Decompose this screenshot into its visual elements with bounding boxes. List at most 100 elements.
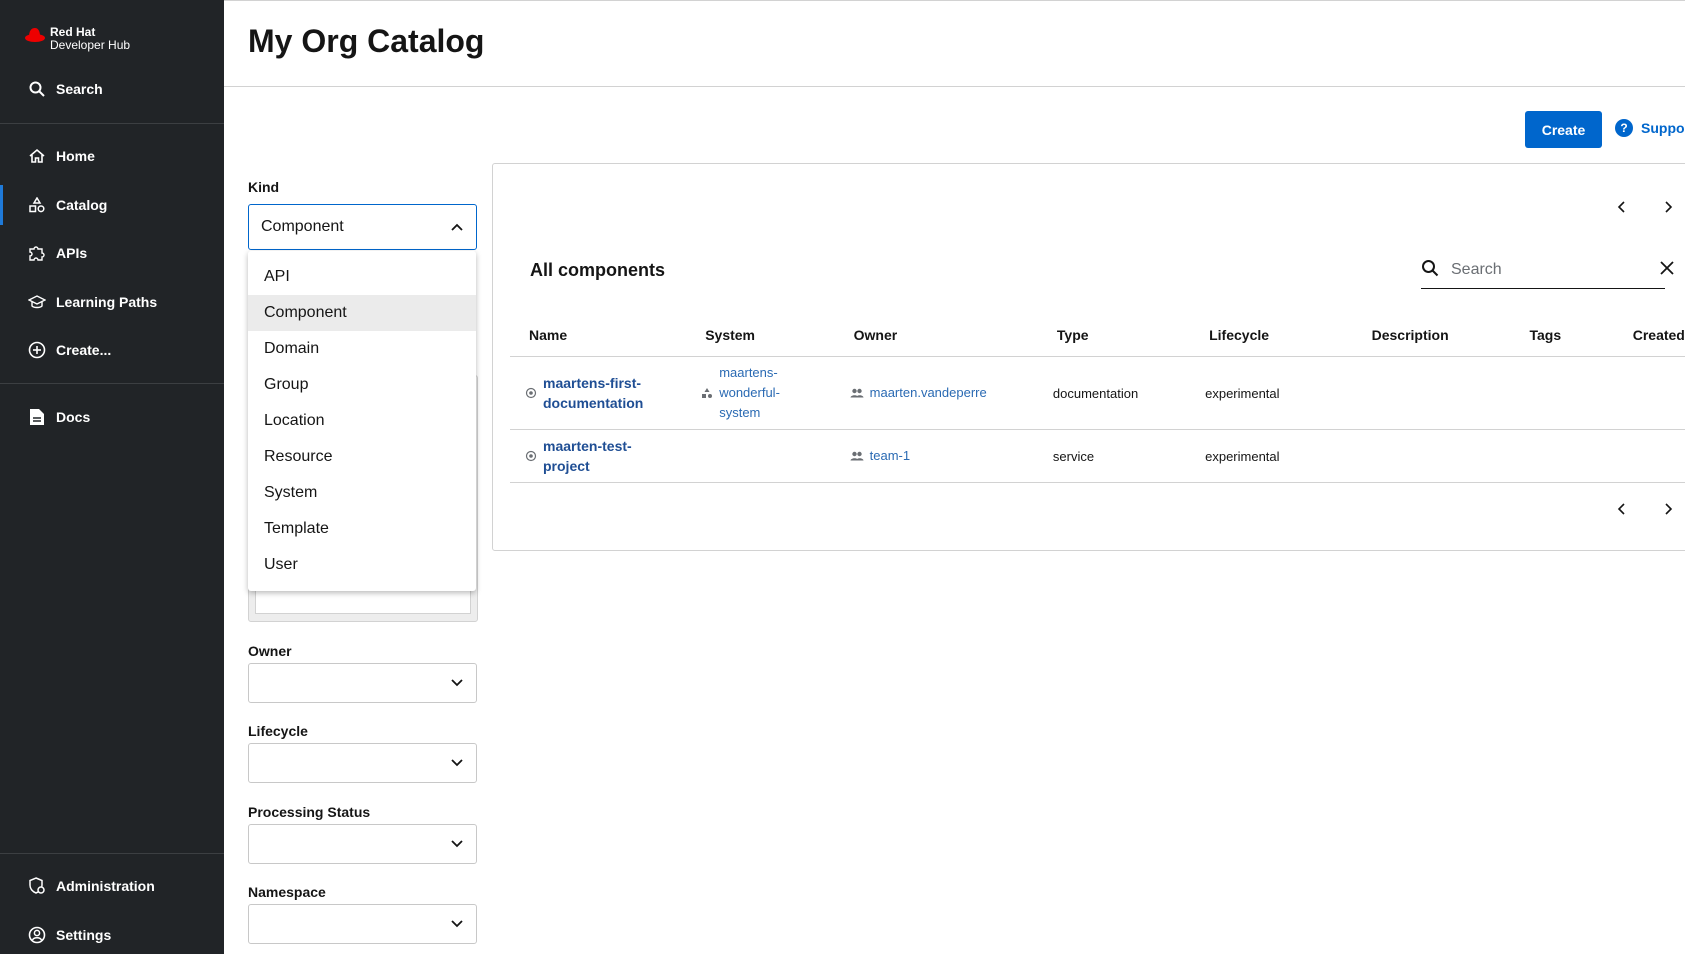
sidebar-item-docs[interactable]: Docs [0,397,224,437]
next-page-icon[interactable] [1657,497,1681,521]
entity-name-link[interactable]: maartens-first-documentation [543,373,663,413]
namespace-select[interactable] [248,904,477,944]
column-header-type[interactable]: Type [1037,314,1191,357]
brand-logo[interactable]: Red Hat Developer Hub [24,26,130,52]
chevron-down-icon [450,756,464,770]
catalog-icon [27,195,47,215]
kind-option-system[interactable]: System [248,475,476,511]
type-cell: service [1037,429,1191,483]
kind-option-location[interactable]: Location [248,403,476,439]
search-icon [27,79,47,99]
sidebar-item-apis[interactable]: APIs [0,233,224,273]
user-circle-icon [27,925,47,945]
column-header-created-at[interactable]: Created At [1613,314,1685,357]
description-cell [1352,356,1511,430]
help-icon: ? [1615,119,1633,137]
graduation-cap-icon [27,292,47,312]
kind-option-group[interactable]: Group [248,367,476,403]
system-link[interactable]: maartens-wonderful-system [719,363,789,423]
created-at-cell [1613,429,1685,483]
sidebar: Red Hat Developer Hub Search Home Catalo… [0,0,224,954]
red-hat-icon [25,28,45,42]
create-button[interactable]: Create [1525,111,1602,148]
processing-status-select[interactable] [248,824,477,864]
kind-dropdown-menu: API Component Domain Group Location Reso… [248,251,476,591]
kind-option-api[interactable]: API [248,259,476,295]
sidebar-item-home[interactable]: Home [0,136,224,176]
system-cell [686,429,835,483]
kind-select-value: Component [261,218,344,235]
kind-option-component[interactable]: Component [248,295,476,331]
lifecycle-cell: experimental [1190,356,1353,430]
sidebar-item-label: APIs [56,245,88,261]
brand-product: Developer Hub [50,38,131,52]
admin-shield-icon [27,876,47,896]
sidebar-item-label: Home [56,148,95,164]
tags-cell [1510,429,1614,483]
kind-option-domain[interactable]: Domain [248,331,476,367]
support-label: Suppo [1641,120,1685,136]
component-icon [525,450,537,462]
name-cell: maarten-test-project [510,429,687,483]
previous-page-icon[interactable] [1609,195,1633,219]
search-icon [1421,259,1439,282]
previous-page-icon[interactable] [1609,497,1633,521]
table-row: maarten-test-project team-1 service expe… [510,429,1685,483]
system-cell: maartens-wonderful-system [686,356,835,430]
column-header-lifecycle[interactable]: Lifecycle [1190,314,1353,357]
sidebar-divider [0,853,224,854]
kind-option-template[interactable]: Template [248,511,476,547]
table-row: maartens-first-documentation maartens-wo… [510,356,1685,430]
processing-status-filter-label: Processing Status [248,804,371,820]
column-header-description[interactable]: Description [1352,314,1511,357]
add-circle-icon [27,340,47,360]
owner-select[interactable] [248,663,477,703]
next-page-icon[interactable] [1657,195,1681,219]
table-title: All components [530,260,666,280]
type-cell: documentation [1037,356,1191,430]
sidebar-item-create[interactable]: Create... [0,330,224,370]
sidebar-item-label: Docs [56,409,91,425]
support-button[interactable]: ? Suppo [1615,119,1685,137]
table-search-input[interactable] [1449,260,1660,280]
column-header-tags[interactable]: Tags [1510,314,1614,357]
system-icon [701,387,713,399]
clear-search-icon[interactable] [1660,260,1674,280]
chevron-down-icon [450,917,464,931]
component-icon [525,387,537,399]
chevron-up-icon [450,220,464,234]
sidebar-item-label: Learning Paths [56,294,158,310]
column-header-owner[interactable]: Owner [834,314,1038,357]
sidebar-item-settings[interactable]: Settings [0,915,224,955]
lifecycle-select[interactable] [248,743,477,783]
sidebar-divider [0,383,224,384]
lifecycle-cell: experimental [1190,429,1353,483]
sidebar-item-catalog[interactable]: Catalog [0,185,224,225]
owner-link[interactable]: maarten.vandeperre [870,383,987,403]
namespace-filter-label: Namespace [248,884,326,900]
bottom-pagination [1609,497,1685,521]
sidebar-item-label: Create... [56,342,112,358]
entity-name-link[interactable]: maarten-test-project [543,436,663,476]
group-icon [850,451,864,461]
lifecycle-filter-label: Lifecycle [248,723,308,739]
sidebar-item-learning-paths[interactable]: Learning Paths [0,282,224,322]
table-search [1421,252,1674,289]
column-header-name[interactable]: Name [510,314,687,357]
kind-select[interactable]: Component [248,204,477,250]
home-icon [27,146,47,166]
table-header-row: Name System Owner Type Lifecycle Descrip… [510,314,1685,357]
sidebar-item-search[interactable]: Search [0,69,224,109]
sidebar-item-label: Administration [56,878,155,894]
owner-cell: team-1 [834,429,1038,483]
column-header-system[interactable]: System [686,314,835,357]
kind-option-user[interactable]: User [248,547,476,583]
owner-link[interactable]: team-1 [870,446,910,466]
page-header: My Org Catalog [224,0,1685,87]
chevron-down-icon [450,837,464,851]
components-table: Name System Owner Type Lifecycle Descrip… [510,314,1685,483]
top-pagination [1609,195,1685,219]
kind-option-resource[interactable]: Resource [248,439,476,475]
sidebar-item-administration[interactable]: Administration [0,866,224,906]
page-title: My Org Catalog [248,23,485,59]
